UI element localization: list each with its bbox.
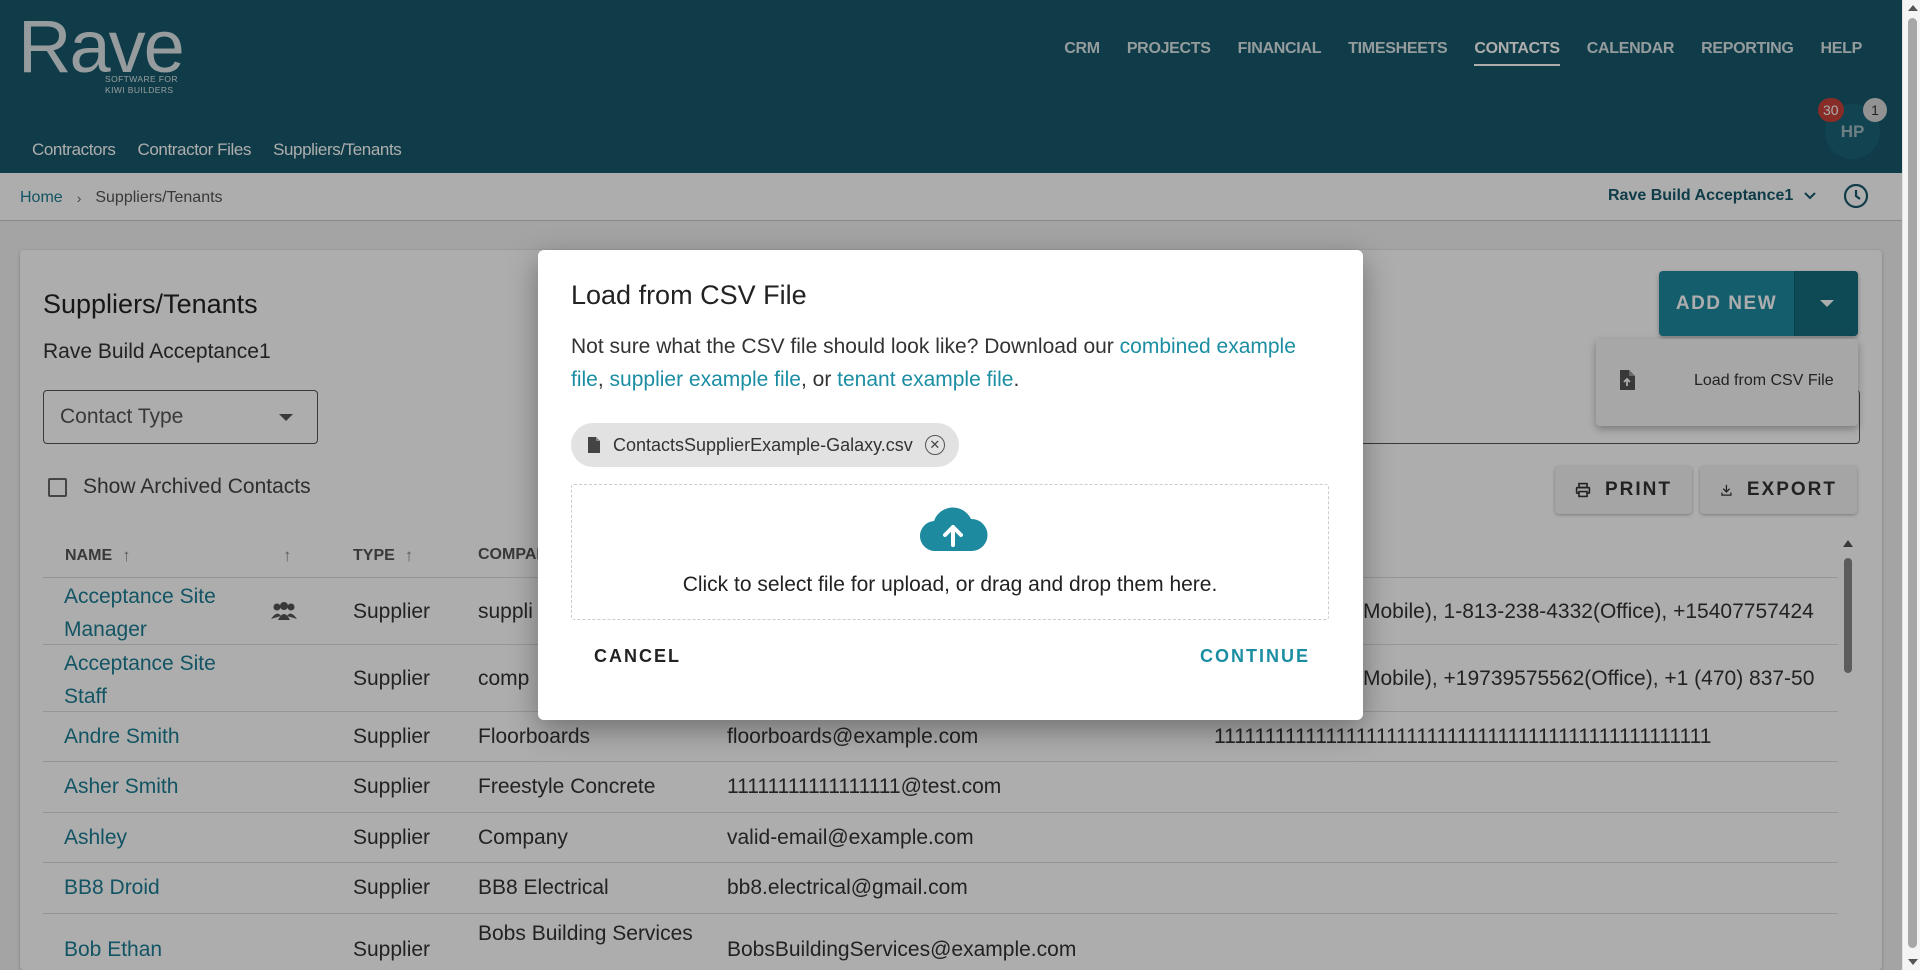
- cancel-button[interactable]: CANCEL: [594, 646, 681, 667]
- load-csv-dialog: Load from CSV File Not sure what the CSV…: [538, 250, 1363, 720]
- dialog-instructions: Not sure what the CSV file should look l…: [571, 330, 1331, 396]
- continue-button[interactable]: CONTINUE: [1200, 646, 1310, 667]
- selected-file-name: ContactsSupplierExample-Galaxy.csv: [613, 434, 913, 455]
- scroll-up-arrow-icon[interactable]: [1908, 5, 1918, 11]
- page-scrollbar-thumb[interactable]: [1908, 18, 1917, 948]
- page-scrollbar[interactable]: [1902, 0, 1920, 970]
- file-icon: [588, 437, 600, 453]
- dialog-title: Load from CSV File: [571, 280, 807, 310]
- scroll-down-arrow-icon[interactable]: [1908, 959, 1918, 965]
- file-dropzone[interactable]: Click to select file for upload, or drag…: [571, 484, 1329, 620]
- selected-file-chip: ContactsSupplierExample-Galaxy.csv ✕: [571, 423, 959, 467]
- dialog-sep-2: , or: [800, 368, 832, 391]
- dropzone-text: Click to select file for upload, or drag…: [682, 573, 1218, 596]
- supplier-example-link[interactable]: supplier example file: [610, 368, 801, 391]
- dialog-end: .: [1013, 368, 1020, 391]
- tenant-example-link[interactable]: tenant example file: [837, 368, 1013, 391]
- cloud-upload-icon: [919, 507, 988, 552]
- remove-file-icon[interactable]: ✕: [924, 435, 945, 455]
- dialog-sep-1: ,: [597, 368, 604, 391]
- dialog-intro-text: Not sure what the CSV file should look l…: [571, 335, 1114, 358]
